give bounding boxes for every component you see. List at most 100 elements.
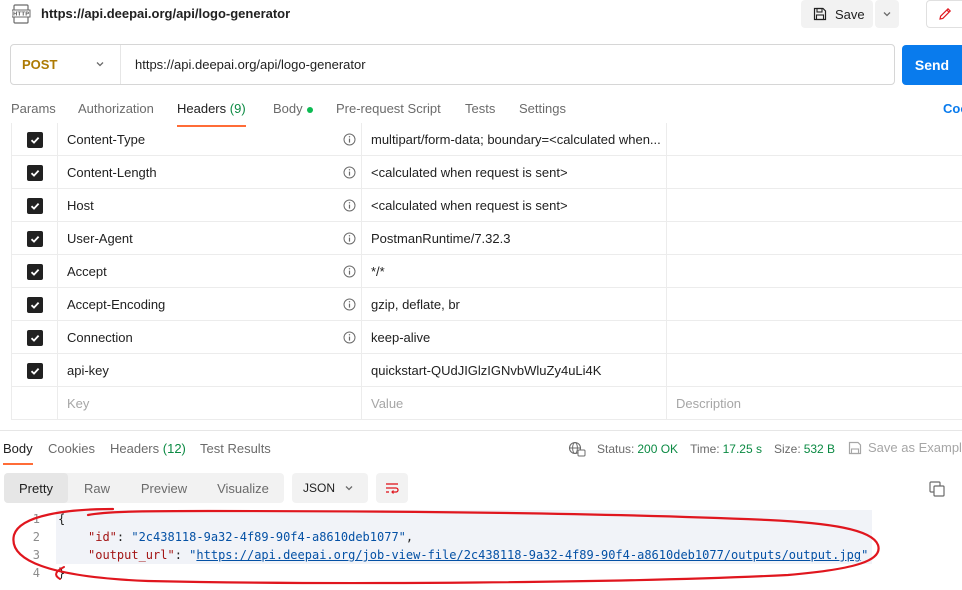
header-key-text: Content-Type — [67, 132, 146, 147]
send-button[interactable]: Send — [902, 45, 962, 85]
header-key-text: Accept-Encoding — [67, 297, 166, 312]
header-enabled-checkbox[interactable] — [12, 255, 58, 288]
tab-body-label: Body — [273, 101, 303, 116]
header-row: Accept */* — [11, 255, 962, 288]
header-key[interactable]: User-Agent — [58, 222, 362, 255]
header-enabled-checkbox[interactable] — [12, 354, 58, 387]
view-pretty[interactable]: Pretty — [4, 473, 68, 503]
header-description[interactable] — [667, 321, 962, 354]
line-number: 3 — [32, 548, 40, 562]
status-value[interactable]: 200 OK — [637, 442, 678, 456]
save-button[interactable]: Save — [801, 0, 873, 28]
resp-tab-cookies[interactable]: Cookies — [48, 441, 95, 465]
header-value[interactable]: <calculated when request is sent> — [362, 189, 667, 222]
new-key-input[interactable]: Key — [58, 387, 362, 420]
header-description[interactable] — [667, 255, 962, 288]
header-value[interactable]: PostmanRuntime/7.32.3 — [362, 222, 667, 255]
chevron-down-icon — [345, 486, 353, 491]
header-key[interactable]: Accept-Encoding — [58, 288, 362, 321]
checkbox-checked[interactable] — [26, 362, 43, 379]
header-enabled-checkbox[interactable] — [12, 156, 58, 189]
headers-table: Content-Type multipart/form-data; boundar… — [11, 123, 962, 420]
header-value[interactable]: multipart/form-data; boundary=<calculate… — [362, 123, 667, 156]
code-output-url-entry: "output_url": "https://api.deepai.org/jo… — [88, 548, 869, 562]
tab-headers-label: Headers — [177, 101, 227, 116]
time-label: Time: — [690, 442, 720, 456]
header-key[interactable]: Host — [58, 189, 362, 222]
header-key[interactable]: Accept — [58, 255, 362, 288]
header-enabled-checkbox[interactable] — [12, 189, 58, 222]
checkbox-checked[interactable] — [26, 296, 43, 313]
header-key[interactable]: Content-Length — [58, 156, 362, 189]
save-as-example-button[interactable]: Save as Example — [848, 440, 962, 455]
info-icon[interactable] — [343, 199, 356, 212]
header-enabled-checkbox[interactable] — [12, 321, 58, 354]
resp-tab-body[interactable]: Body — [3, 441, 33, 465]
method-select[interactable]: POST — [11, 45, 121, 84]
header-value[interactable]: */* — [362, 255, 667, 288]
response-divider — [0, 430, 962, 431]
edit-button[interactable] — [926, 0, 962, 28]
header-value[interactable]: <calculated when request is sent> — [362, 156, 667, 189]
new-value-input[interactable]: Value — [362, 387, 667, 420]
header-value[interactable]: quickstart-QUdJIGlzIGNvbWluZy4uLi4K — [362, 354, 667, 387]
header-value[interactable]: keep-alive — [362, 321, 667, 354]
request-title: https://api.deepai.org/api/logo-generato… — [41, 6, 291, 21]
output-url-link[interactable]: https://api.deepai.org/job-view-file/2c4… — [196, 548, 861, 562]
header-description[interactable] — [667, 189, 962, 222]
header-key[interactable]: Content-Type — [58, 123, 362, 156]
header-key[interactable]: Connection — [58, 321, 362, 354]
http-file-icon: HTTP — [12, 4, 31, 24]
info-icon[interactable] — [343, 298, 356, 311]
checkbox-checked[interactable] — [26, 230, 43, 247]
info-icon[interactable] — [343, 166, 356, 179]
header-key-text: api-key — [67, 363, 109, 378]
header-description[interactable] — [667, 222, 962, 255]
save-as-example-label: Save as Example — [868, 440, 962, 455]
code-id-entry: "id": "2c438118-9a32-4f89-90f4-a8610deb1… — [88, 528, 413, 546]
info-icon[interactable] — [343, 265, 356, 278]
header-enabled-checkbox[interactable] — [12, 288, 58, 321]
view-preview[interactable]: Preview — [130, 473, 198, 503]
new-description-input[interactable]: Description — [667, 387, 962, 420]
globe-icon — [568, 441, 586, 457]
header-description[interactable] — [667, 156, 962, 189]
resp-tab-headers[interactable]: Headers (12) — [110, 441, 186, 465]
info-icon[interactable] — [343, 331, 356, 344]
checkbox-checked[interactable] — [26, 197, 43, 214]
json-key-id: "id" — [88, 530, 117, 544]
view-visualize[interactable]: Visualize — [204, 473, 282, 503]
cookies-link[interactable]: Coo — [943, 101, 962, 116]
header-key[interactable]: api-key — [58, 354, 362, 387]
header-row: Accept-Encoding gzip, deflate, br — [11, 288, 962, 321]
checkbox-checked[interactable] — [26, 131, 43, 148]
header-description[interactable] — [667, 123, 962, 156]
url-input[interactable]: https://api.deepai.org/api/logo-generato… — [135, 57, 366, 72]
format-select[interactable]: JSON — [292, 473, 368, 503]
size-value[interactable]: 532 B — [804, 442, 835, 456]
copy-icon[interactable] — [928, 480, 946, 498]
header-enabled-checkbox[interactable] — [12, 222, 58, 255]
save-icon — [848, 441, 862, 454]
save-dropdown-button[interactable] — [875, 0, 899, 28]
header-value[interactable]: gzip, deflate, br — [362, 288, 667, 321]
header-key-text: Content-Length — [67, 165, 157, 180]
checkbox-checked[interactable] — [26, 263, 43, 280]
header-row: api-key quickstart-QUdJIGlzIGNvbWluZy4uLi… — [11, 354, 962, 387]
json-key-output-url: "output_url" — [88, 548, 175, 562]
header-description[interactable] — [667, 354, 962, 387]
checkmark-icon — [30, 169, 39, 177]
response-body-code[interactable]: 1 { 2 "id": "2c438118-9a32-4f89-90f4-a86… — [0, 510, 962, 582]
header-enabled-checkbox[interactable] — [12, 123, 58, 156]
resp-tab-test-results[interactable]: Test Results — [200, 441, 271, 465]
checkbox-checked[interactable] — [26, 164, 43, 181]
wrap-lines-button[interactable] — [376, 473, 408, 503]
time-value[interactable]: 17.25 s — [723, 442, 762, 456]
header-row: Host <calculated when request is sent> — [11, 189, 962, 222]
checkmark-icon — [30, 136, 39, 144]
checkbox-checked[interactable] — [26, 329, 43, 346]
header-description[interactable] — [667, 288, 962, 321]
view-raw[interactable]: Raw — [70, 473, 124, 503]
info-icon[interactable] — [343, 232, 356, 245]
info-icon[interactable] — [343, 133, 356, 146]
